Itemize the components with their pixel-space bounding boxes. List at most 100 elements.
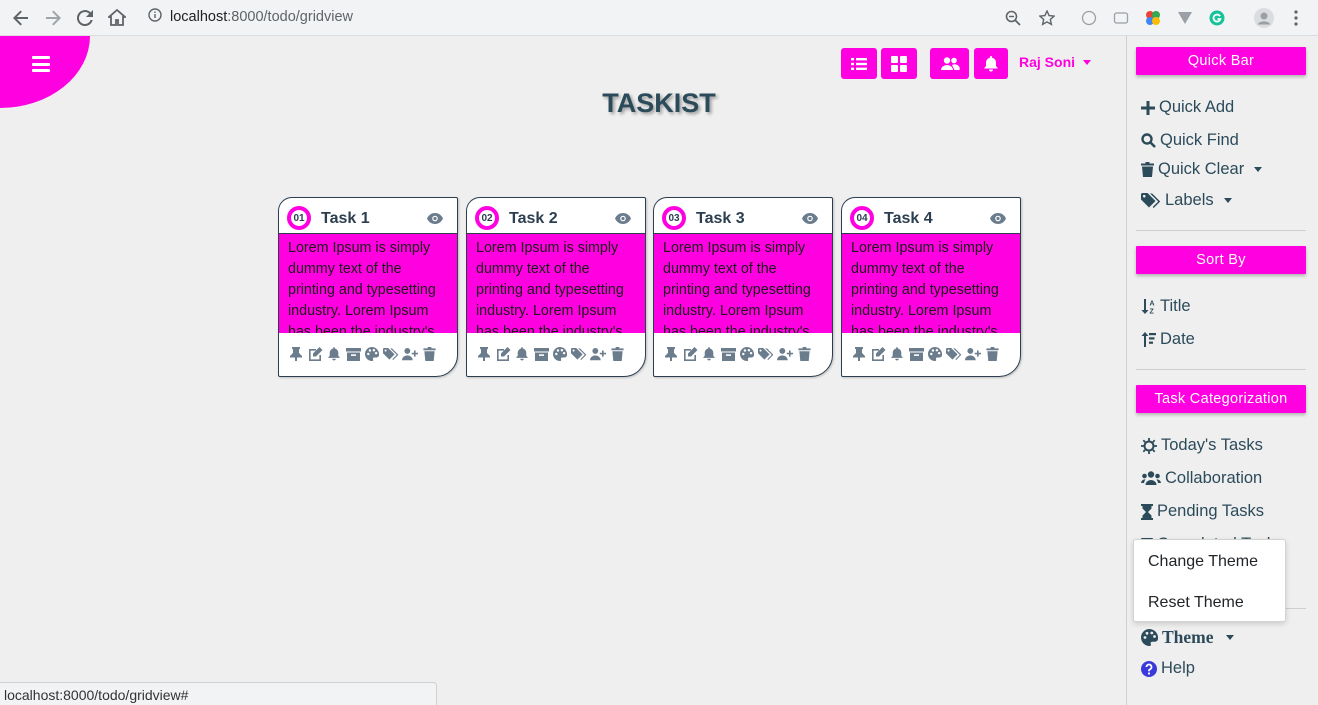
user-plus-icon[interactable] xyxy=(402,346,418,362)
profile-icon[interactable] xyxy=(1253,7,1275,29)
tags-icon[interactable] xyxy=(946,346,962,362)
palette-icon[interactable] xyxy=(927,346,943,362)
eye-icon[interactable] xyxy=(427,211,443,229)
palette-icon[interactable] xyxy=(552,346,568,362)
todays-tasks-link[interactable]: Today's Tasks xyxy=(1141,436,1263,455)
archive-icon[interactable] xyxy=(720,346,736,362)
theme-label: Theme xyxy=(1162,627,1214,647)
edit-icon[interactable] xyxy=(682,346,698,362)
bell-icon[interactable] xyxy=(701,346,717,362)
hourglass-icon xyxy=(1141,503,1153,520)
plus-icon xyxy=(1141,100,1155,115)
task-title[interactable]: Task 3 xyxy=(696,210,745,228)
list-icon xyxy=(851,57,867,70)
bookmark-star-icon[interactable] xyxy=(1036,7,1058,29)
home-icon[interactable] xyxy=(106,7,128,29)
sort-date-link[interactable]: Date xyxy=(1141,330,1195,349)
task-card-header: 02 Task 2 xyxy=(467,198,645,234)
status-bar-url: localhost:8000/todo/gridview# xyxy=(0,682,437,705)
info-icon[interactable] xyxy=(148,8,162,26)
extension-icon[interactable] xyxy=(1078,7,1100,29)
chevron-down-icon xyxy=(1225,635,1234,640)
collaboration-link[interactable]: Collaboration xyxy=(1141,469,1262,488)
eye-icon[interactable] xyxy=(990,211,1006,229)
pin-icon[interactable] xyxy=(851,346,867,362)
task-number-badge: 04 xyxy=(850,206,874,230)
task-number-badge: 02 xyxy=(475,206,499,230)
forward-icon[interactable] xyxy=(42,7,64,29)
trash-icon[interactable] xyxy=(609,346,625,362)
archive-icon[interactable] xyxy=(533,346,549,362)
help-link[interactable]: Help xyxy=(1141,659,1195,678)
task-title[interactable]: Task 2 xyxy=(509,210,558,228)
labels-dropdown[interactable]: Labels xyxy=(1141,191,1232,210)
edit-icon[interactable] xyxy=(307,346,323,362)
menu-kebab-icon[interactable] xyxy=(1285,7,1307,29)
trash-icon xyxy=(1141,162,1154,177)
address-bar[interactable]: localhost:8000/todo/gridview xyxy=(148,8,353,26)
collaborators-button[interactable] xyxy=(930,48,969,79)
edit-icon[interactable] xyxy=(495,346,511,362)
pin-icon[interactable] xyxy=(663,346,679,362)
reset-theme-option[interactable]: Reset Theme xyxy=(1148,594,1244,612)
trash-icon[interactable] xyxy=(984,346,1000,362)
task-actions xyxy=(654,333,832,375)
extension-icon[interactable] xyxy=(1110,7,1132,29)
task-description: Lorem Ipsum is simply dummy text of the … xyxy=(654,234,832,333)
hamburger-menu-icon[interactable] xyxy=(32,56,50,72)
reload-icon[interactable] xyxy=(74,7,96,29)
extension-icon[interactable] xyxy=(1142,7,1164,29)
bell-icon[interactable] xyxy=(326,346,342,362)
svg-text:Z: Z xyxy=(1150,309,1155,315)
archive-icon[interactable] xyxy=(908,346,924,362)
back-icon[interactable] xyxy=(10,7,32,29)
eye-icon[interactable] xyxy=(615,211,631,229)
task-title[interactable]: Task 1 xyxy=(321,210,370,228)
trash-icon[interactable] xyxy=(421,346,437,362)
change-theme-option[interactable]: Change Theme xyxy=(1148,553,1258,571)
palette-icon[interactable] xyxy=(739,346,755,362)
grammarly-icon[interactable] xyxy=(1206,7,1228,29)
sort-title-link[interactable]: AZ Title xyxy=(1141,297,1191,316)
task-card[interactable]: 02 Task 2 Lorem Ipsum is simply dummy te… xyxy=(466,197,646,377)
tags-icon[interactable] xyxy=(383,346,399,362)
notifications-button[interactable] xyxy=(974,48,1008,79)
list-view-button[interactable] xyxy=(841,48,877,79)
tags-icon[interactable] xyxy=(571,346,587,362)
task-title[interactable]: Task 4 xyxy=(884,210,933,228)
trash-icon[interactable] xyxy=(796,346,812,362)
task-card[interactable]: 04 Task 4 Lorem Ipsum is simply dummy te… xyxy=(841,197,1021,377)
task-card-header: 03 Task 3 xyxy=(654,198,832,234)
search-icon xyxy=(1141,133,1156,148)
task-description: Lorem Ipsum is simply dummy text of the … xyxy=(467,234,645,333)
task-description: Lorem Ipsum is simply dummy text of the … xyxy=(279,234,457,333)
eye-icon[interactable] xyxy=(802,211,818,229)
svg-text:A: A xyxy=(1150,301,1155,308)
theme-dropdown[interactable]: Theme xyxy=(1141,627,1234,648)
task-card[interactable]: 03 Task 3 Lorem Ipsum is simply dummy te… xyxy=(653,197,833,377)
quick-clear-dropdown[interactable]: Quick Clear xyxy=(1141,160,1263,179)
user-plus-icon[interactable] xyxy=(965,346,981,362)
pending-tasks-link[interactable]: Pending Tasks xyxy=(1141,502,1264,521)
archive-icon[interactable] xyxy=(345,346,361,362)
quick-find-link[interactable]: Quick Find xyxy=(1141,131,1239,150)
sort-title-label: Title xyxy=(1160,297,1191,315)
bell-icon[interactable] xyxy=(514,346,530,362)
bell-icon[interactable] xyxy=(889,346,905,362)
palette-icon[interactable] xyxy=(364,346,380,362)
pin-icon[interactable] xyxy=(476,346,492,362)
tags-icon[interactable] xyxy=(758,346,774,362)
user-plus-icon[interactable] xyxy=(777,346,793,362)
grid-view-button[interactable] xyxy=(881,48,917,79)
pin-icon[interactable] xyxy=(288,346,304,362)
task-description: Lorem Ipsum is simply dummy text of the … xyxy=(842,234,1020,333)
user-menu[interactable]: Raj Soni xyxy=(1019,54,1092,70)
extension-icon[interactable] xyxy=(1174,7,1196,29)
user-plus-icon[interactable] xyxy=(590,346,606,362)
edit-icon[interactable] xyxy=(870,346,886,362)
main-area: Raj Soni TASKIST 01 Task 1 Lorem Ipsum i… xyxy=(0,36,1126,705)
task-actions xyxy=(842,333,1020,375)
zoom-icon[interactable] xyxy=(1002,7,1024,29)
quick-add-link[interactable]: Quick Add xyxy=(1141,98,1234,117)
task-card[interactable]: 01 Task 1 Lorem Ipsum is simply dummy te… xyxy=(278,197,458,377)
